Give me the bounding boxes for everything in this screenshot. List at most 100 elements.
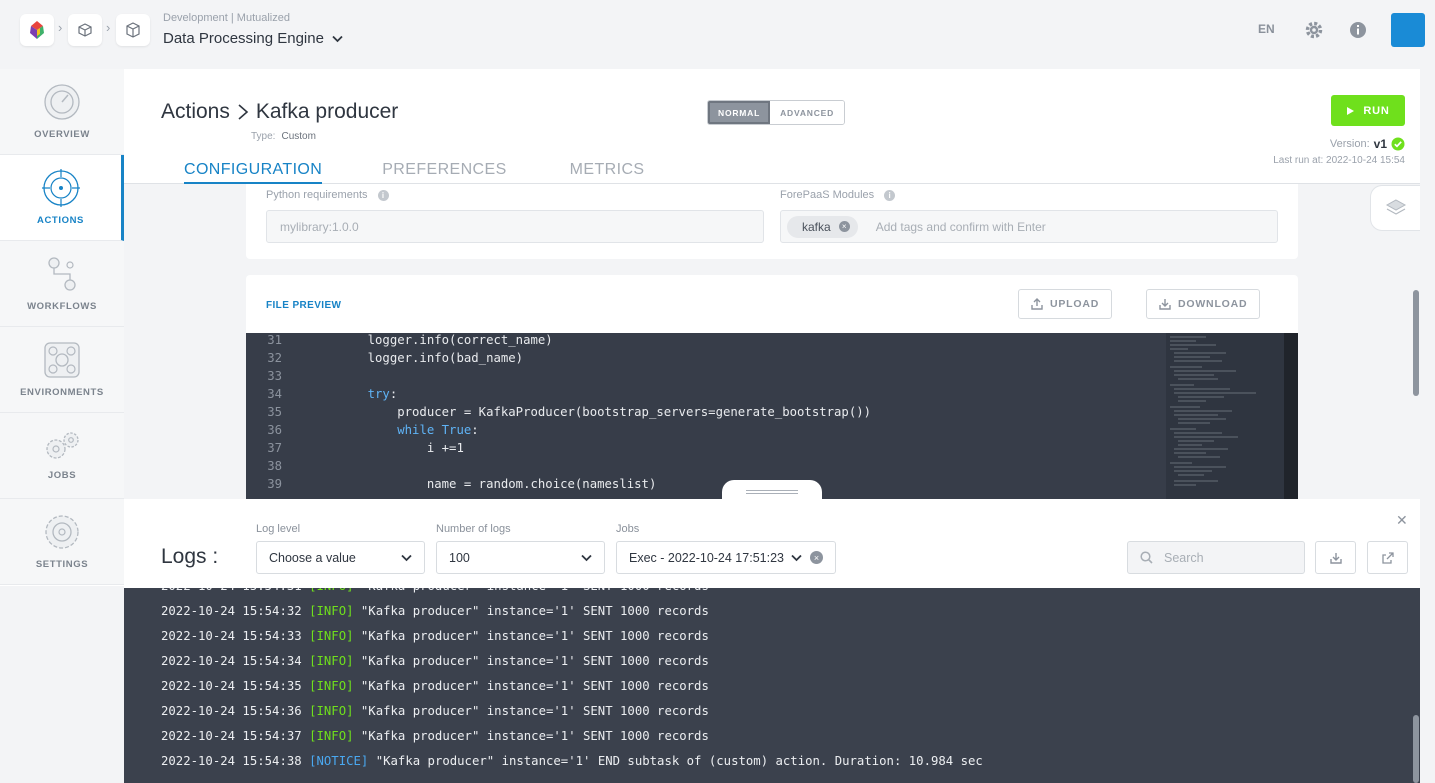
project-button[interactable] [68,14,102,46]
logs-output[interactable]: 2022-10-24 15:54:31 [INFO] "Kafka produc… [124,588,1413,783]
version-info: Version: v1 [1330,137,1405,151]
log-level: [NOTICE] [309,754,369,768]
mode-advanced-button[interactable]: ADVANCED [770,101,845,124]
mode-normal-button[interactable]: NORMAL [708,101,771,124]
download-logs-button[interactable] [1315,541,1356,574]
clear-icon[interactable]: × [810,551,823,564]
code-line: 37 i +=1 [246,441,464,459]
tab-bar: CONFIGURATION PREFERENCES METRICS [184,161,644,184]
logs-title: Logs : [161,545,219,568]
log-level: [INFO] [309,604,354,618]
log-message: "Kafka producer" instance='1' SENT 1000 … [353,629,709,643]
cubes-icon [78,23,92,37]
tab-configuration[interactable]: CONFIGURATION [184,161,323,184]
line-number: 37 [267,441,282,455]
code-line: 38 [246,459,338,477]
log-timestamp: 2022-10-24 15:54:37 [161,729,310,743]
sidebar-item-jobs[interactable]: JOBS [0,413,124,499]
detach-logs-button[interactable] [1367,541,1408,574]
check-circle-icon [1391,137,1405,151]
log-level-select[interactable]: Choose a value [256,541,425,574]
info-icon[interactable] [1347,19,1369,41]
log-timestamp: 2022-10-24 15:54:33 [161,629,310,643]
page-scrollbar[interactable] [1413,290,1419,396]
page-title: Kafka producer [255,100,399,123]
layers-panel-toggle[interactable] [1370,185,1420,231]
sidebar-item-workflows[interactable]: WORKFLOWS [0,241,124,327]
forepaas-modules-input[interactable]: kafka × Add tags and confirm with Enter [780,210,1278,243]
sidebar-item-overview[interactable]: OVERVIEW [0,69,124,155]
avatar[interactable] [1391,13,1425,47]
environment-subtitle: Development | Mutualized [163,12,290,24]
chevron-right-icon [238,104,249,120]
gear-icon[interactable] [1303,19,1325,41]
log-line: 2022-10-24 15:54:32 [INFO] "Kafka produc… [161,604,709,618]
logs-scrollbar[interactable] [1413,715,1419,783]
sidebar-item-environments[interactable]: ENVIRONMENTS [0,327,124,413]
play-icon [1347,106,1355,115]
forepaas-modules-label: ForePaaS Modules i [780,189,896,201]
log-line: 2022-10-24 15:54:35 [INFO] "Kafka produc… [161,679,709,693]
log-message: "Kafka producer" instance='1' SENT 1000 … [353,654,709,668]
log-timestamp: 2022-10-24 15:54:38 [161,754,310,768]
search-icon [1140,551,1153,564]
cluster-icon [44,342,80,378]
breadcrumb-chevron-icon: › [106,20,111,35]
code-text: logger.info(bad_name) [338,351,524,365]
download-button[interactable]: DOWNLOAD [1146,289,1261,319]
log-message: "Kafka producer" instance='1' SENT 1000 … [353,679,709,693]
version-label: Version: [1329,138,1370,150]
tab-metrics[interactable]: METRICS [570,161,645,184]
code-text: try: [367,387,398,401]
code-editor[interactable]: 31 logger.info(correct_name) 32 logger.in… [246,333,1298,499]
line-number: 38 [267,459,282,473]
code-line: 34 try: [246,387,397,405]
editor-scrollbar[interactable] [1284,333,1298,499]
code-text: name = random.choice(nameslist) [338,477,657,491]
code-line: 35 producer = KafkaProducer(bootstrap_se… [246,405,871,423]
code-line: 33 [246,369,338,387]
jobs-label: Jobs [616,523,640,535]
log-message: "Kafka producer" instance='1' SENT 1000 … [353,604,709,618]
breadcrumb-actions-link[interactable]: Actions [161,100,230,124]
code-minimap[interactable] [1166,333,1284,499]
log-level-label: Log level [256,523,301,535]
action-header: Actions Kafka producer Type: Custom NORMA… [124,69,1420,184]
upload-button[interactable]: UPLOAD [1018,289,1113,319]
info-icon[interactable]: i [377,189,389,201]
info-icon[interactable]: i [884,189,896,201]
line-number: 33 [267,369,282,383]
line-number: 36 [267,423,282,437]
run-button[interactable]: RUN [1331,95,1405,126]
sidebar-item-label: SETTINGS [35,559,89,570]
gears-icon [46,432,79,459]
logs-search-input[interactable]: Search [1127,541,1305,574]
line-number: 32 [267,351,282,365]
requirements-card: Python requirements i mylibrary:1.0.0 Fo… [246,184,1298,259]
log-timestamp: 2022-10-24 15:54:35 [161,679,310,693]
open-external-icon [1381,551,1394,564]
remove-tag-icon[interactable]: × [838,221,850,232]
chevron-down-icon [401,554,412,561]
app-selector[interactable]: Data Processing Engine [163,30,343,47]
gauge-icon [44,84,80,120]
sidebar-item-actions[interactable]: ACTIONS [0,155,124,241]
log-message: "Kafka producer" instance='1' END subtas… [368,754,983,768]
forepaas-logo-button[interactable] [20,14,54,46]
code-text: producer = KafkaProducer(bootstrap_serve… [338,405,872,419]
log-message: "Kafka producer" instance='1' SENT 1000 … [353,704,709,718]
language-selector[interactable]: EN [1258,22,1275,36]
log-level: [INFO] [309,729,354,743]
sidebar-item-label: ENVIRONMENTS [20,387,104,398]
jobs-select[interactable]: Exec - 2022-10-24 17:51:23 × [616,541,836,574]
code-line: 36 while True: [246,423,479,441]
sidebar-item-settings[interactable]: SETTINGS [0,499,124,585]
upload-icon [1031,298,1043,310]
settings-icon [45,515,79,549]
number-of-logs-select[interactable]: 100 [436,541,605,574]
code-text: while True: [397,423,479,437]
close-icon[interactable]: ✕ [1396,512,1408,529]
tab-preferences[interactable]: PREFERENCES [382,161,506,184]
component-button[interactable] [116,14,150,46]
python-requirements-input[interactable]: mylibrary:1.0.0 [266,210,764,243]
